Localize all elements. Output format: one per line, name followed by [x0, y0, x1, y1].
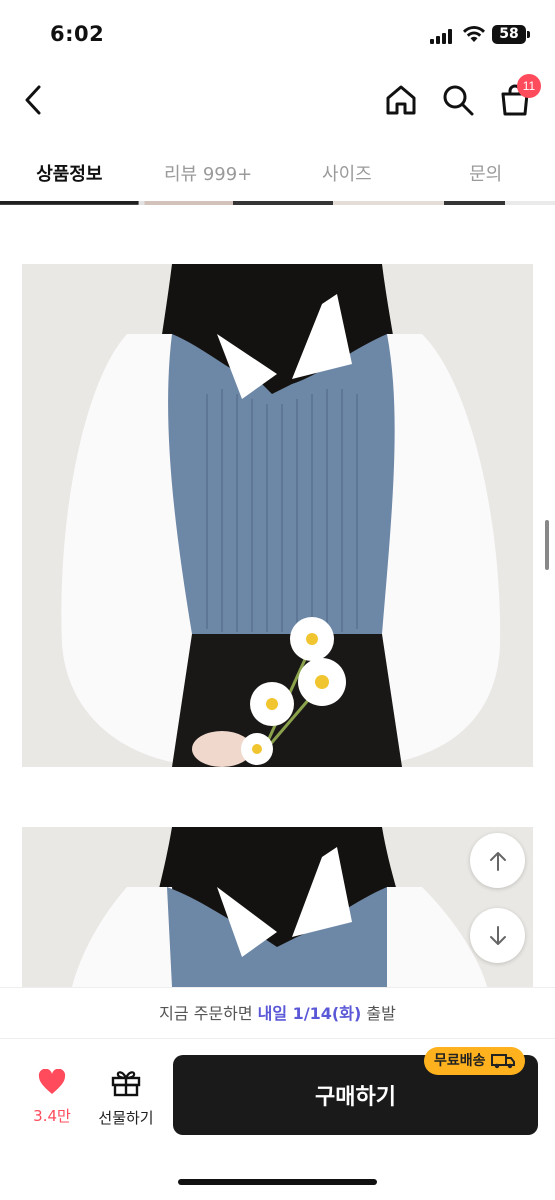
home-button[interactable]: [381, 80, 421, 120]
thumbnail-strip: [0, 201, 555, 205]
tab-product-info[interactable]: 상품정보: [0, 140, 139, 204]
wifi-icon: [463, 25, 485, 42]
buy-button-label: 구매하기: [315, 1085, 396, 1110]
cart-button[interactable]: 11: [495, 74, 541, 120]
free-shipping-label: 무료배송: [434, 1053, 486, 1069]
purchase-bar: 3.4만 선물하기 구매하기 무료배송: [0, 1039, 555, 1200]
delivery-date: 내일 1/14(화): [257, 1004, 362, 1023]
app-header: 11: [0, 70, 555, 132]
gift-button[interactable]: 선물하기: [90, 1069, 162, 1128]
product-image: [22, 827, 533, 987]
delivery-suffix: 출발: [361, 1004, 396, 1023]
like-button[interactable]: 3.4만: [22, 1068, 82, 1126]
cart-badge: 11: [517, 74, 541, 98]
truck-icon: [490, 1054, 515, 1069]
status-time: 6:02: [50, 22, 105, 46]
battery-indicator: 58: [492, 25, 530, 44]
heart-icon: [38, 1068, 66, 1094]
home-icon: [386, 85, 416, 115]
delivery-notice: 지금 주문하면 내일 1/14(화) 출발: [0, 987, 555, 1039]
delivery-prefix: 지금 주문하면: [159, 1004, 258, 1023]
status-bar: 6:02 58: [0, 0, 555, 70]
back-button[interactable]: [14, 80, 54, 120]
free-shipping-badge: 무료배송: [424, 1047, 525, 1075]
home-indicator: [178, 1179, 377, 1185]
cellular-signal-icon: [430, 28, 456, 44]
scroll-down-button[interactable]: [470, 908, 525, 963]
tab-inquiry[interactable]: 문의: [416, 140, 555, 204]
search-button[interactable]: [438, 80, 478, 120]
arrow-down-icon: [489, 925, 506, 945]
scroll-indicator[interactable]: [545, 520, 549, 570]
gift-icon: [111, 1071, 141, 1097]
like-count: 3.4만: [33, 1107, 71, 1125]
product-tabs: 상품정보 리뷰 999+ 사이즈 문의: [0, 140, 555, 204]
tab-reviews[interactable]: 리뷰 999+: [139, 140, 278, 204]
scroll-up-button[interactable]: [470, 833, 525, 888]
gift-label: 선물하기: [98, 1109, 154, 1127]
tab-size[interactable]: 사이즈: [278, 140, 417, 204]
search-icon: [443, 85, 474, 116]
back-icon: [25, 85, 41, 115]
product-image: [22, 264, 533, 767]
arrow-up-icon: [489, 851, 506, 871]
